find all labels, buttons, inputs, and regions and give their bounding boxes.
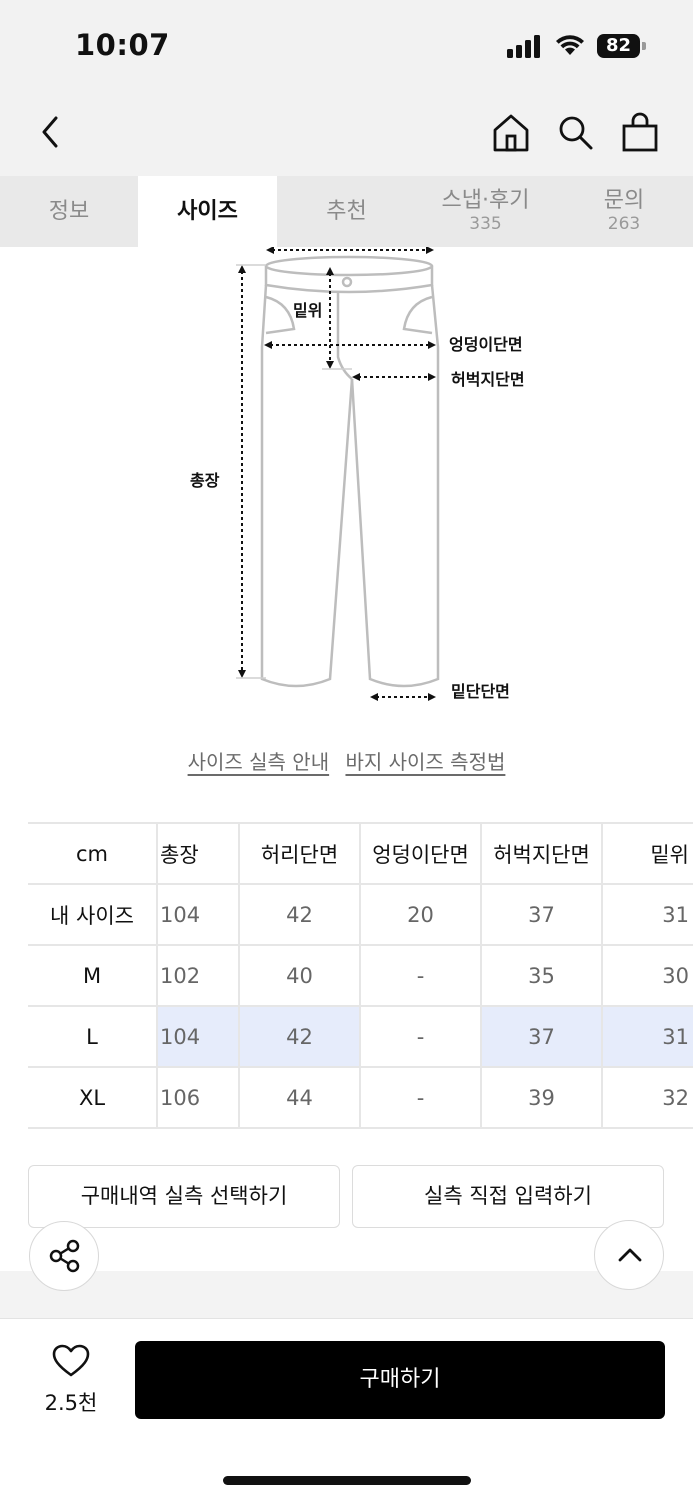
section-divider: [0, 1271, 693, 1318]
label-thigh: 허벅지단면: [451, 370, 525, 389]
table-cell: 32: [602, 1067, 693, 1129]
direct-input-measure-button[interactable]: 실측 직접 입력하기: [352, 1165, 664, 1228]
table-cell: -: [360, 1006, 482, 1068]
search-icon[interactable]: [555, 110, 595, 154]
row-label: L: [28, 1006, 158, 1068]
tab-recommend[interactable]: 추천: [277, 176, 416, 247]
table-header-row: cm 총장 허리단면 엉덩이단면 허벅지단면 밑위: [28, 822, 693, 885]
pants-diagram-svg: 밑위 엉덩이단면 허벅지단면 총장 밑단단면: [190, 246, 525, 701]
tab-size-label: 사이즈: [177, 199, 238, 224]
table-cell-highlighted: 42: [239, 1006, 361, 1068]
tab-snap-review-count: 335: [469, 214, 502, 234]
wifi-icon: [556, 35, 584, 55]
cellular-signal-icon: [507, 35, 540, 58]
header-cell: cm: [28, 822, 158, 885]
home-indicator: [223, 1476, 471, 1485]
battery-level: 82: [597, 34, 640, 58]
table-cell: 40: [239, 945, 361, 1007]
like-button[interactable]: 2.5천: [28, 1343, 114, 1417]
tab-inquiry-label: 문의: [603, 188, 645, 213]
header-cell: 허리단면: [239, 822, 361, 885]
table-cell-highlighted: 37: [481, 1006, 603, 1068]
table-row: M 102 40 - 35 30: [28, 945, 693, 1007]
label-rise: 밑위: [293, 301, 322, 320]
measure-lines: [241, 249, 430, 698]
label-hem: 밑단단면: [451, 682, 510, 701]
row-label: XL: [28, 1067, 158, 1129]
row-label: M: [28, 945, 158, 1007]
table-cell: 104: [157, 884, 240, 946]
row-label: 내 사이즈: [28, 884, 158, 946]
heart-icon: [52, 1344, 90, 1377]
label-hip: 엉덩이단면: [449, 335, 523, 354]
table-cell: 37: [481, 884, 603, 946]
table-row: XL 106 44 - 39 32: [28, 1067, 693, 1129]
header-cell: 밑위: [602, 822, 693, 885]
table-cell: 106: [157, 1067, 240, 1129]
size-guide-links: 사이즈 실측 안내 바지 사이즈 측정법: [0, 746, 693, 775]
share-icon: [49, 1239, 80, 1273]
header-cell: 엉덩이단면: [360, 822, 482, 885]
pants-size-diagram: 밑위 엉덩이단면 허벅지단면 총장 밑단단면: [0, 246, 693, 727]
tab-recommend-label: 추천: [326, 199, 367, 224]
tab-info-label: 정보: [48, 199, 90, 224]
table-cell: -: [360, 945, 482, 1007]
battery-indicator: 82: [597, 34, 647, 58]
tab-inquiry[interactable]: 문의 263: [555, 176, 693, 247]
tab-size[interactable]: 사이즈: [138, 176, 277, 247]
like-count: 2.5천: [44, 1391, 98, 1415]
pants-outline: [260, 255, 440, 688]
table-cell: 102: [157, 945, 240, 1007]
top-navigation: [0, 92, 693, 176]
table-cell-highlighted: 104: [157, 1006, 240, 1068]
table-cell: 35: [481, 945, 603, 1007]
table-row: 내 사이즈 104 42 20 37 31: [28, 884, 693, 946]
label-total-length: 총장: [190, 471, 220, 490]
table-cell-highlighted: 31: [602, 1006, 693, 1068]
table-row: L 104 42 - 37 31: [28, 1006, 693, 1068]
measure-method-link[interactable]: 바지 사이즈 측정법: [345, 750, 505, 774]
header-cell: 허벅지단면: [481, 822, 603, 885]
size-guide-link[interactable]: 사이즈 실측 안내: [188, 750, 330, 774]
status-time: 10:07: [75, 28, 170, 62]
tab-snap-review-label: 스냅·후기: [441, 188, 530, 213]
product-tabs: 정보 사이즈 추천 스냅·후기 335 문의 263: [0, 176, 693, 247]
tab-info[interactable]: 정보: [0, 176, 138, 247]
status-bar: 10:07 82: [0, 0, 693, 92]
share-button[interactable]: [29, 1221, 99, 1291]
chevron-up-icon: [618, 1248, 642, 1262]
table-cell: 30: [602, 945, 693, 1007]
home-icon[interactable]: [491, 110, 531, 154]
buy-button[interactable]: 구매하기: [135, 1341, 665, 1419]
shopping-bag-icon[interactable]: [620, 110, 660, 154]
bottom-purchase-bar: 2.5천 구매하기: [0, 1318, 693, 1500]
scroll-top-button[interactable]: [594, 1220, 664, 1290]
measurement-buttons: 구매내역 실측 선택하기 실측 직접 입력하기: [28, 1165, 664, 1228]
table-cell: 31: [602, 884, 693, 946]
header-cell: 총장: [157, 822, 240, 885]
back-icon[interactable]: [30, 110, 70, 154]
table-cell: 39: [481, 1067, 603, 1129]
battery-tip: [642, 42, 646, 50]
tab-snap-review[interactable]: 스냅·후기 335: [416, 176, 555, 247]
table-cell: 42: [239, 884, 361, 946]
table-cell: 44: [239, 1067, 361, 1129]
table-cell: -: [360, 1067, 482, 1129]
purchase-history-measure-button[interactable]: 구매내역 실측 선택하기: [28, 1165, 340, 1228]
size-table: cm 총장 허리단면 엉덩이단면 허벅지단면 밑위 내 사이즈 104 42 2…: [28, 822, 693, 1129]
table-cell: 20: [360, 884, 482, 946]
tab-inquiry-count: 263: [607, 214, 641, 234]
